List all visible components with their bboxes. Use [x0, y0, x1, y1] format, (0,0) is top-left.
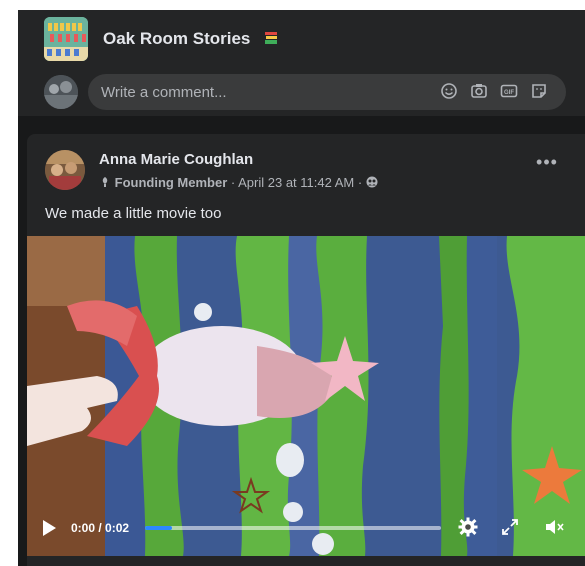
post-meta: Founding Member · April 23 at 11:42 AM ·	[99, 175, 378, 190]
video-time: 0:00 / 0:02	[71, 521, 130, 535]
camera-icon[interactable]	[470, 82, 488, 100]
video-progress-fill	[145, 526, 172, 530]
avatar-photo	[44, 75, 78, 109]
settings-gear-icon[interactable]	[457, 516, 479, 538]
author-avatar[interactable]	[45, 150, 85, 190]
gif-icon[interactable]: GIF	[500, 82, 518, 100]
group-thumbnail[interactable]	[44, 17, 88, 61]
post-date[interactable]: · April 23 at 11:42 AM ·	[227, 175, 366, 190]
post-author[interactable]: Anna Marie Coughlan	[99, 151, 253, 168]
play-icon[interactable]	[41, 519, 57, 537]
comment-placeholder: Write a comment...	[101, 84, 227, 101]
video-controls: 0:00 / 0:02	[27, 506, 585, 550]
post-card: Anna Marie Coughlan Founding Member · Ap…	[27, 134, 585, 566]
mute-icon[interactable]	[543, 516, 565, 538]
emoji-icon[interactable]	[440, 82, 458, 100]
author-avatar-photo	[45, 150, 85, 190]
group-thumbnail-art	[44, 17, 88, 61]
post-text: We made a little movie too	[45, 205, 222, 222]
more-options-button[interactable]: •••	[535, 153, 559, 174]
group-header[interactable]: Oak Room Stories	[18, 10, 585, 68]
member-badge[interactable]: Founding Member	[115, 175, 228, 190]
founding-member-badge-icon	[102, 177, 108, 187]
group-title[interactable]: Oak Room Stories	[103, 29, 250, 49]
group-audience-icon	[366, 176, 378, 188]
comment-input[interactable]: Write a comment... GIF	[88, 74, 566, 110]
video-progress-bar[interactable]	[145, 526, 441, 530]
video-player[interactable]: 0:00 / 0:02	[27, 236, 585, 556]
svg-text:GIF: GIF	[504, 90, 514, 96]
sticker-icon[interactable]	[530, 82, 548, 100]
fullscreen-icon[interactable]	[499, 516, 521, 538]
comment-bar: Write a comment... GIF	[18, 68, 585, 116]
books-icon	[265, 32, 277, 44]
comment-avatar[interactable]	[44, 75, 78, 109]
feed-panel: Oak Room Stories Write a comment... GIF …	[18, 10, 585, 566]
